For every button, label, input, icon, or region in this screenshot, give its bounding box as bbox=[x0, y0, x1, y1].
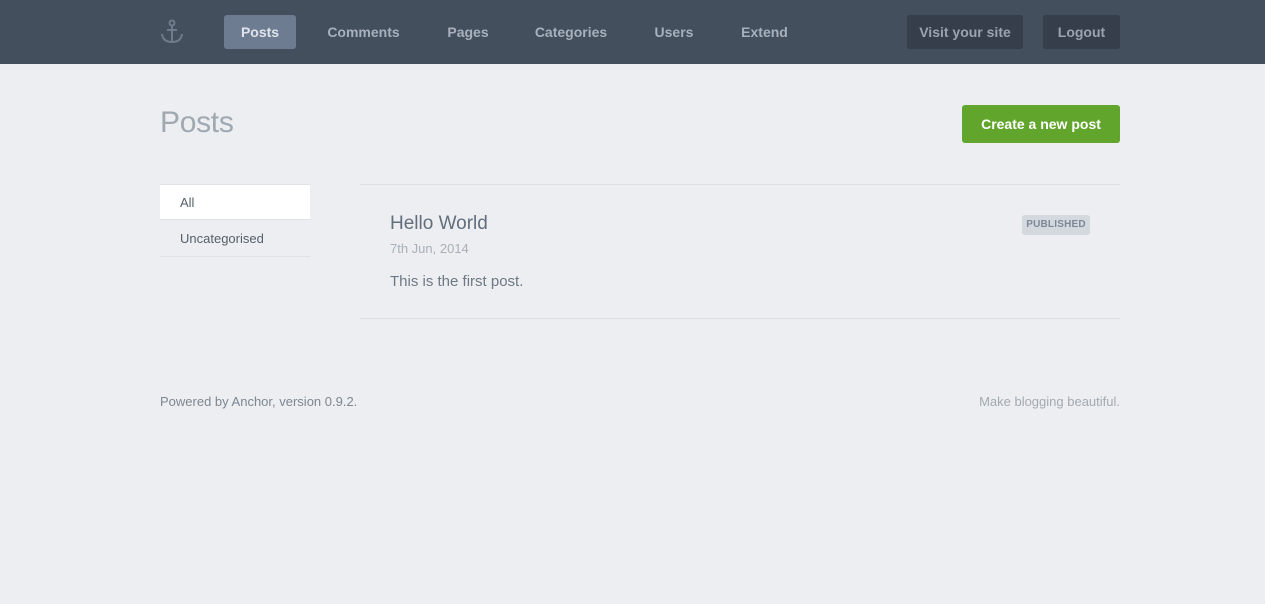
nav-users[interactable]: Users bbox=[640, 15, 708, 49]
footer-tagline: Make blogging beautiful. bbox=[979, 394, 1120, 409]
category-all[interactable]: All bbox=[160, 184, 310, 220]
post-date: 7th Jun, 2014 bbox=[390, 241, 469, 256]
post-list: Hello World 7th Jun, 2014 This is the fi… bbox=[360, 184, 1120, 319]
nav-posts[interactable]: Posts bbox=[224, 15, 296, 49]
nav-pages[interactable]: Pages bbox=[431, 15, 505, 49]
page-title: Posts bbox=[160, 106, 234, 139]
nav-comments[interactable]: Comments bbox=[316, 15, 411, 49]
create-post-button[interactable]: Create a new post bbox=[962, 105, 1120, 143]
logout-button[interactable]: Logout bbox=[1043, 15, 1120, 49]
anchor-icon[interactable] bbox=[158, 18, 186, 46]
status-badge: PUBLISHED bbox=[1022, 215, 1090, 235]
visit-site-button[interactable]: Visit your site bbox=[907, 15, 1023, 49]
post-title[interactable]: Hello World bbox=[390, 213, 488, 235]
nav-categories[interactable]: Categories bbox=[523, 15, 619, 49]
top-navigation-bar: Posts Comments Pages Categories Users Ex… bbox=[0, 0, 1265, 64]
post-excerpt: This is the first post. bbox=[390, 273, 524, 290]
category-uncategorised[interactable]: Uncategorised bbox=[160, 221, 310, 257]
nav-extend[interactable]: Extend bbox=[728, 15, 801, 49]
footer-powered-by: Powered by Anchor, version 0.9.2. bbox=[160, 394, 358, 409]
